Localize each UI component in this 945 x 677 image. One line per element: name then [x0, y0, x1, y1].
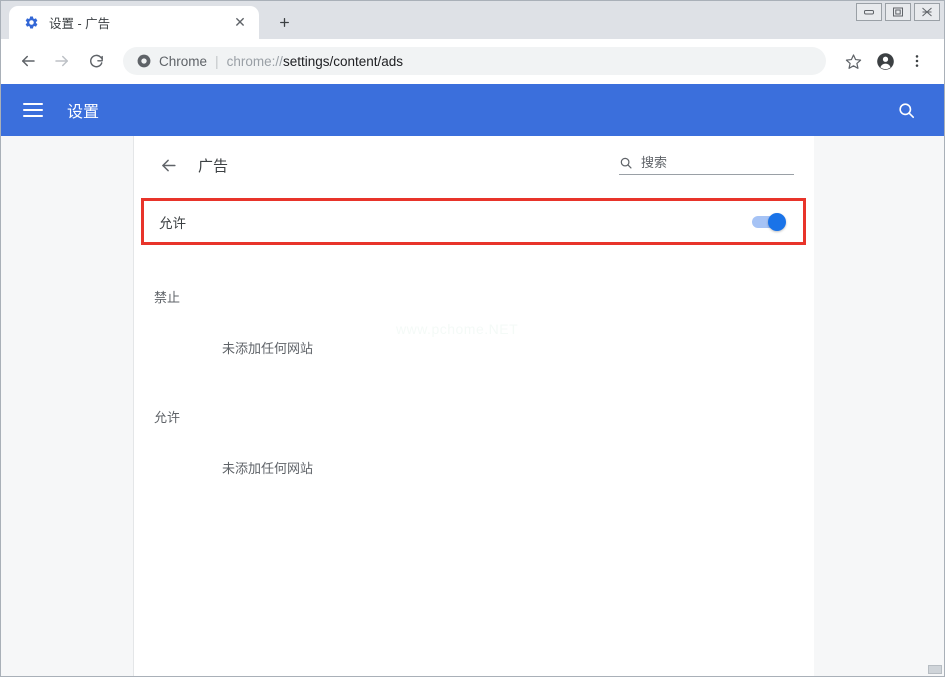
section-empty-allow: 未添加任何网站: [152, 426, 796, 477]
reload-icon[interactable]: [81, 46, 111, 76]
maximize-button[interactable]: [885, 3, 911, 21]
browser-tab-settings[interactable]: 设置 - 广告 ✕: [9, 6, 259, 39]
allow-ads-label: 允许: [159, 212, 186, 232]
section-title-allow: 允许: [152, 391, 796, 426]
back-arrow-icon[interactable]: [152, 149, 184, 181]
omnibox-chrome-label: Chrome: [159, 54, 207, 69]
star-icon[interactable]: [838, 46, 868, 76]
browser-window: 设置 - 广告 ✕: [0, 0, 945, 677]
scrollbar-corner[interactable]: [928, 665, 942, 674]
chrome-logo-icon: [137, 54, 151, 68]
subpage-header: 广告: [134, 136, 814, 194]
profile-avatar-icon[interactable]: [870, 46, 900, 76]
toggle-knob: [768, 213, 786, 231]
allow-ads-toggle-row[interactable]: 允许: [141, 198, 806, 245]
section-block: 禁止 未添加任何网站: [134, 271, 814, 357]
close-button[interactable]: [914, 3, 940, 21]
settings-header-bar: 设置: [1, 84, 944, 136]
back-arrow-icon[interactable]: [13, 46, 43, 76]
gear-icon: [23, 15, 39, 31]
address-bar[interactable]: Chrome | chrome://settings/content/ads: [123, 47, 826, 75]
omnibox-separator: |: [215, 53, 219, 69]
left-gutter: [1, 136, 134, 676]
settings-search-box[interactable]: [619, 155, 794, 175]
minimize-button[interactable]: [856, 3, 882, 21]
tab-title: 设置 - 广告: [49, 13, 231, 32]
section-allow: 允许 未添加任何网站: [134, 391, 814, 477]
section-title-block: 禁止: [152, 271, 796, 306]
allow-ads-toggle[interactable]: [752, 215, 786, 229]
three-dot-menu-icon[interactable]: [902, 46, 932, 76]
forward-arrow-icon[interactable]: [47, 46, 77, 76]
hamburger-menu-icon[interactable]: [23, 103, 43, 117]
new-tab-button[interactable]: [269, 7, 299, 37]
window-controls: [856, 3, 940, 21]
browser-toolbar: Chrome | chrome://settings/content/ads: [1, 39, 944, 84]
section-empty-block: 未添加任何网站: [152, 306, 796, 357]
search-icon[interactable]: [890, 94, 922, 126]
tab-strip: 设置 - 广告 ✕: [1, 1, 944, 39]
settings-body: 广告 允许 禁: [1, 136, 944, 676]
settings-content-card: 广告 允许 禁: [134, 136, 814, 676]
settings-title: 设置: [67, 98, 99, 122]
close-icon[interactable]: ✕: [231, 14, 249, 32]
toolbar-icon-group: [838, 46, 932, 76]
search-icon: [619, 156, 633, 170]
search-input[interactable]: [641, 155, 794, 170]
right-gutter: [814, 136, 944, 676]
page-title: 广告: [198, 155, 228, 176]
omnibox-url: chrome://settings/content/ads: [227, 54, 403, 69]
